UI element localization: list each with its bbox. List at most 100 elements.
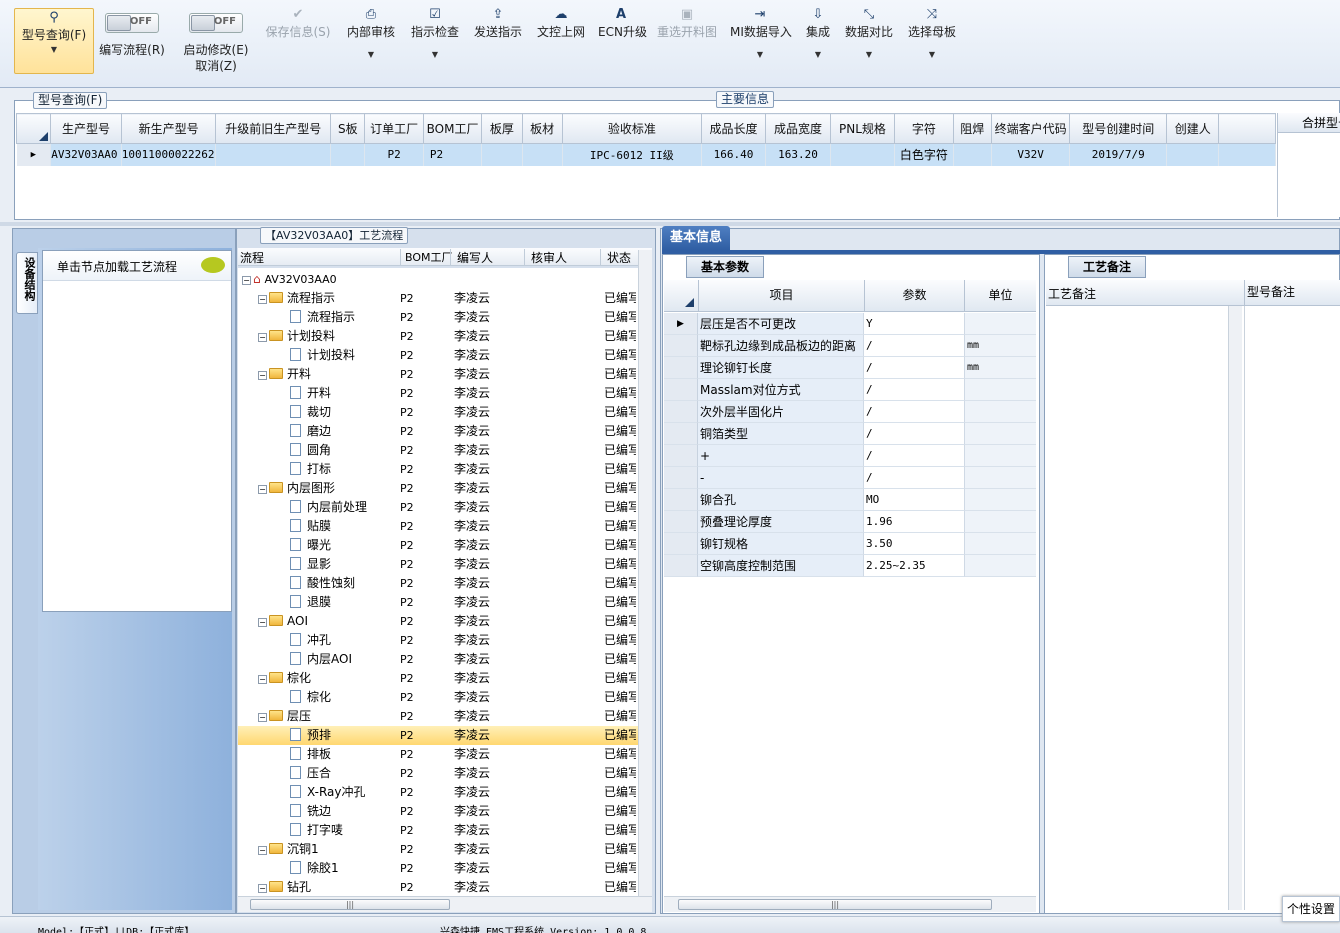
col-header[interactable]: PNL规格 bbox=[829, 113, 896, 144]
col-header[interactable]: 成品长度 bbox=[700, 113, 767, 144]
tree-root[interactable]: − ⌂ AV32V03AA0 bbox=[238, 270, 638, 289]
params-hscroll[interactable]: ||| bbox=[664, 896, 1036, 912]
param-row[interactable]: 理论铆钉长度 / mm bbox=[664, 357, 1036, 379]
table-row[interactable]: ▶ AV32V03AA0 10011000022262 P2 P2 IPC-60… bbox=[16, 143, 1276, 166]
col-header[interactable]: 成品宽度 bbox=[765, 113, 831, 144]
select-master-button[interactable]: ⤨ 选择母板 ▼ bbox=[904, 6, 960, 74]
tree-item-row[interactable]: 打字唛 P2 李凌云 已编写 bbox=[238, 821, 638, 840]
expand-toggle-icon[interactable]: − bbox=[258, 295, 267, 304]
mi-import-button[interactable]: ⇥ MI数据导入 ▼ bbox=[728, 6, 792, 74]
col-header[interactable]: 新生产型号 bbox=[120, 113, 217, 144]
col-header[interactable]: 字符 bbox=[894, 113, 954, 144]
expand-toggle-icon[interactable]: − bbox=[258, 713, 267, 722]
internal-review-button[interactable]: ⎙ 内部审核 ▼ bbox=[344, 6, 398, 74]
tree-item-row[interactable]: 打标 P2 李凌云 已编写 bbox=[238, 460, 638, 479]
flow-hscroll[interactable]: ||| bbox=[238, 896, 652, 912]
expand-toggle-icon[interactable]: − bbox=[258, 485, 267, 494]
flow-vscroll[interactable] bbox=[638, 250, 652, 896]
compare-button[interactable]: ⤡ 数据对比 ▼ bbox=[842, 6, 896, 74]
save-button[interactable]: ✔ 保存信息(S) bbox=[262, 6, 334, 74]
tree-item-row[interactable]: 棕化 P2 李凌云 已编写 bbox=[238, 688, 638, 707]
tree-item-row[interactable]: 铣边 P2 李凌云 已编写 bbox=[238, 802, 638, 821]
expand-toggle-icon[interactable]: − bbox=[258, 675, 267, 684]
tree-item-row[interactable]: 贴膜 P2 李凌云 已编写 bbox=[238, 517, 638, 536]
doc-control-button[interactable]: ☁ 文控上网 bbox=[534, 6, 588, 74]
expand-toggle-icon[interactable]: − bbox=[258, 618, 267, 627]
tree-folder-row[interactable]: − 流程指示 P2 李凌云 已编写 bbox=[238, 289, 638, 308]
col-header[interactable]: 阻焊 bbox=[952, 113, 992, 144]
toggle-switch[interactable]: OFF bbox=[189, 13, 243, 33]
param-row[interactable]: + / bbox=[664, 445, 1036, 467]
col-header[interactable]: 板厚 bbox=[481, 113, 523, 144]
expand-toggle-icon[interactable]: − bbox=[258, 333, 267, 342]
param-row[interactable]: 铆合孔 MO bbox=[664, 489, 1036, 511]
param-row[interactable]: 铆钉规格 3.50 bbox=[664, 533, 1036, 555]
param-row[interactable]: ▶ 层压是否不可更改 Y bbox=[664, 313, 1036, 335]
send-instruction-button[interactable]: ⇪ 发送指示 bbox=[470, 6, 526, 74]
tree-item-row[interactable]: 流程指示 P2 李凌云 已编写 bbox=[238, 308, 638, 327]
col-header[interactable]: S板 bbox=[330, 113, 366, 144]
scroll-thumb[interactable]: ||| bbox=[678, 899, 992, 910]
param-row[interactable]: 预叠理论厚度 1.96 bbox=[664, 511, 1036, 533]
tree-item-row[interactable]: 裁切 P2 李凌云 已编写 bbox=[238, 403, 638, 422]
main-info-tab[interactable]: 主要信息 bbox=[716, 91, 775, 108]
tree-folder-row[interactable]: − 棕化 P2 李凌云 已编写 bbox=[238, 669, 638, 688]
expand-toggle-icon[interactable]: − bbox=[258, 371, 267, 380]
tree-item-row[interactable]: 圆角 P2 李凌云 已编写 bbox=[238, 441, 638, 460]
ecn-upgrade-button[interactable]: A ECN升级 bbox=[596, 6, 647, 74]
tree-item-row[interactable]: 磨边 P2 李凌云 已编写 bbox=[238, 422, 638, 441]
tree-folder-row[interactable]: − 计划投料 P2 李凌云 已编写 bbox=[238, 327, 638, 346]
tree-folder-row[interactable]: − 内层图形 P2 李凌云 已编写 bbox=[238, 479, 638, 498]
col-header[interactable]: 升级前旧生产型号 bbox=[215, 113, 332, 144]
expand-toggle-icon[interactable]: − bbox=[258, 884, 267, 893]
equipment-structure-tab[interactable]: 设备结构 bbox=[16, 252, 38, 314]
param-row[interactable]: 空铆高度控制范围 2.25~2.35 bbox=[664, 555, 1036, 577]
start-modify-toggle[interactable]: OFF 启动修改(E) 取消(Z) bbox=[178, 6, 254, 74]
personal-settings-popup[interactable]: 个性设置 bbox=[1282, 896, 1340, 922]
col-header[interactable]: 板材 bbox=[521, 113, 563, 144]
tree-folder-row[interactable]: − 开料 P2 李凌云 已编写 bbox=[238, 365, 638, 384]
tree-folder-row[interactable]: − 沉铜1 P2 李凌云 已编写 bbox=[238, 840, 638, 859]
tree-item-row[interactable]: 计划投料 P2 李凌云 已编写 bbox=[238, 346, 638, 365]
tree-item-row[interactable]: 退膜 P2 李凌云 已编写 bbox=[238, 593, 638, 612]
query-button[interactable]: ⚲ 型号查询(F) ▼ bbox=[14, 8, 94, 74]
param-row[interactable]: 靶标孔边缘到成品板边的距离 / mm bbox=[664, 335, 1036, 357]
expand-toggle-icon[interactable]: − bbox=[258, 846, 267, 855]
col-header[interactable]: 生产型号 bbox=[50, 113, 122, 144]
scroll-thumb[interactable]: ||| bbox=[250, 899, 450, 910]
param-row[interactable]: - / bbox=[664, 467, 1036, 489]
col-header[interactable]: 创建人 bbox=[1166, 113, 1220, 144]
tree-folder-row[interactable]: − 层压 P2 李凌云 已编写 bbox=[238, 707, 638, 726]
tree-folder-row[interactable]: − 钻孔 P2 李凌云 已编写 bbox=[238, 878, 638, 896]
col-header[interactable]: 验收标准 bbox=[561, 113, 702, 144]
integrate-button[interactable]: ⇩ 集成 ▼ bbox=[800, 6, 836, 74]
param-row[interactable]: 次外层半固化片 / bbox=[664, 401, 1036, 423]
toggle-switch[interactable]: OFF bbox=[105, 13, 159, 33]
param-row[interactable]: 铜箔类型 / bbox=[664, 423, 1036, 445]
tree-item-row[interactable]: 除胶1 P2 李凌云 已编写 bbox=[238, 859, 638, 878]
tree-item-row[interactable]: X-Ray冲孔 P2 李凌云 已编写 bbox=[238, 783, 638, 802]
basic-info-tab[interactable]: 基本信息 bbox=[662, 226, 730, 250]
tree-item-row[interactable]: 开料 P2 李凌云 已编写 bbox=[238, 384, 638, 403]
tree-folder-row[interactable]: − AOI P2 李凌云 已编写 bbox=[238, 612, 638, 631]
col-header[interactable]: 订单工厂 bbox=[364, 113, 424, 144]
param-row[interactable]: Masslam对位方式 / bbox=[664, 379, 1036, 401]
col-header[interactable]: 终端客户代码 bbox=[990, 113, 1071, 144]
col-header[interactable]: BOM工厂 bbox=[422, 113, 483, 144]
edit-flow-toggle[interactable]: OFF 编写流程(R) bbox=[96, 6, 168, 74]
reselect-image-button[interactable]: ▣ 重选开料图 bbox=[654, 6, 720, 74]
tree-item-row[interactable]: 显影 P2 李凌云 已编写 bbox=[238, 555, 638, 574]
basic-params-tab[interactable]: 基本参数 bbox=[686, 256, 764, 278]
notes-tab[interactable]: 工艺备注 bbox=[1068, 256, 1146, 278]
notes-vscroll[interactable] bbox=[1228, 306, 1242, 910]
instruction-check-button[interactable]: ☑ 指示检查 ▼ bbox=[408, 6, 462, 74]
tree-item-row[interactable]: 内层AOI P2 李凌云 已编写 bbox=[238, 650, 638, 669]
tree-item-row[interactable]: 酸性蚀刻 P2 李凌云 已编写 bbox=[238, 574, 638, 593]
tree-item-row[interactable]: 压合 P2 李凌云 已编写 bbox=[238, 764, 638, 783]
tree-item-row[interactable]: 冲孔 P2 李凌云 已编写 bbox=[238, 631, 638, 650]
tree-item-row[interactable]: 排板 P2 李凌云 已编写 bbox=[238, 745, 638, 764]
tree-item-row[interactable]: 内层前处理 P2 李凌云 已编写 bbox=[238, 498, 638, 517]
col-header[interactable]: 型号创建时间 bbox=[1069, 113, 1168, 144]
tree-item-row[interactable]: 曝光 P2 李凌云 已编写 bbox=[238, 536, 638, 555]
tree-item-row[interactable]: 预排 P2 李凌云 已编写 bbox=[238, 726, 638, 745]
